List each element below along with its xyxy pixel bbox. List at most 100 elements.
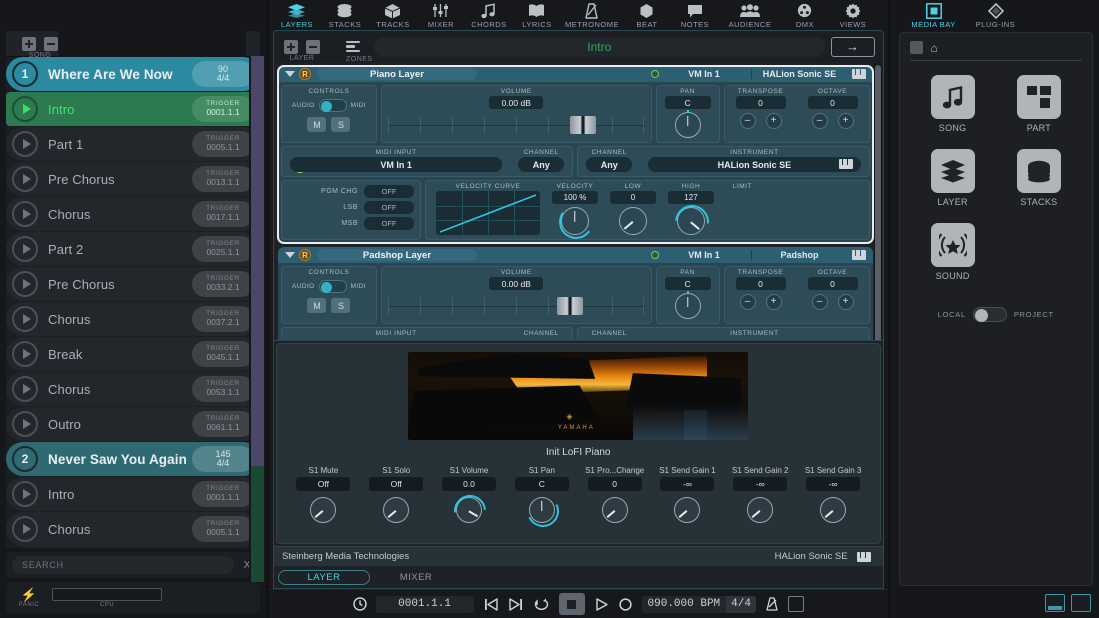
volume-slider-handle[interactable] [570, 116, 597, 134]
tab-layer[interactable]: LAYER [277, 569, 370, 585]
instrument-param-value[interactable]: 0 [587, 477, 642, 491]
instrument-value[interactable]: HALion Sonic SE [648, 157, 861, 172]
nav-tab-beat[interactable]: BEAT [623, 0, 671, 29]
part-play-button[interactable] [12, 201, 38, 227]
panic-button[interactable]: ⚡ PANIC [12, 588, 46, 608]
click-enable-checkbox[interactable] [787, 596, 804, 612]
part-row[interactable]: Pre Chorus TRIGGER 0013.1.1 [6, 162, 260, 196]
transpose-minus-button[interactable]: – [739, 294, 756, 310]
nav-tab-tracks[interactable]: TRACKS [369, 0, 417, 29]
media-bay-tile-song[interactable]: SONG [910, 75, 996, 133]
transport-position[interactable]: 0001.1.1 [375, 595, 474, 613]
audio-midi-toggle[interactable]: AUDIO MIDI [282, 99, 376, 112]
low-value[interactable]: 0 [609, 191, 656, 204]
current-part-field[interactable]: Intro [373, 36, 825, 57]
part-row[interactable]: Part 1TRIGGER0013.1.1 [6, 547, 260, 548]
media-bay-tile-stacks[interactable]: STACKS [996, 149, 1082, 207]
part-row[interactable]: Part 1 TRIGGER 0005.1.1 [6, 127, 260, 161]
collapse-icon[interactable] [284, 252, 295, 258]
layer-midi-input[interactable]: VM In 1 [664, 69, 752, 79]
layer-name[interactable]: Padshop Layer [316, 249, 477, 261]
solo-button[interactable]: S [331, 117, 351, 132]
instrument-param-knob[interactable] [820, 497, 847, 523]
velocity-curve-display[interactable] [435, 191, 540, 235]
instrument-param-knob[interactable] [601, 497, 628, 523]
solo-button[interactable]: S [331, 298, 351, 313]
output-channel-value[interactable]: Any [586, 157, 633, 172]
part-row[interactable]: Intro TRIGGER 0001.1.1 [6, 477, 260, 511]
instrument-param-value[interactable]: Off [369, 477, 424, 491]
layer-instrument[interactable]: Padshop [752, 250, 848, 260]
part-play-button[interactable] [12, 166, 38, 192]
part-row[interactable]: Chorus TRIGGER 0005.1.1 [6, 512, 260, 546]
goto-next-button[interactable]: → [830, 36, 875, 57]
tab-mixer[interactable]: MIXER [370, 570, 462, 585]
octave-plus-button[interactable]: + [837, 113, 854, 129]
transpose-value[interactable]: 0 [735, 277, 786, 290]
layer-midi-input[interactable]: VM In 1 [664, 250, 752, 260]
nav-tab-metronome[interactable]: METRONOME [561, 0, 623, 29]
input-channel-value[interactable]: Any [518, 157, 565, 172]
time-signature-value[interactable]: 4/4 [726, 595, 756, 613]
nav-tab-lyrics[interactable]: LYRICS [513, 0, 561, 29]
octave-plus-button[interactable]: + [837, 294, 854, 310]
setlist-scrollbar[interactable] [249, 56, 266, 582]
octave-value[interactable]: 0 [807, 96, 858, 109]
instrument-param-knob[interactable] [522, 490, 564, 532]
volume-value[interactable]: 0.00 dB [489, 277, 544, 290]
local-project-toggle[interactable] [972, 306, 1007, 322]
velocity-value[interactable]: 100 % [551, 191, 598, 204]
octave-minus-button[interactable]: – [811, 113, 828, 129]
part-play-button[interactable] [12, 341, 38, 367]
tempo-value[interactable]: 090.000 BPM [641, 595, 727, 613]
octave-minus-button[interactable]: – [811, 294, 828, 310]
part-play-button[interactable] [12, 131, 38, 157]
transpose-plus-button[interactable]: + [765, 113, 782, 129]
collapse-icon[interactable] [284, 71, 295, 77]
mute-button[interactable]: M [307, 117, 327, 132]
tempo-group[interactable]: 090.000 BPM 4/4 [641, 595, 756, 613]
plugin-name-group[interactable]: HALion Sonic SE [775, 551, 875, 562]
part-play-button[interactable] [12, 96, 38, 122]
part-row[interactable]: Chorus TRIGGER 0017.1.1 [6, 197, 260, 231]
search-input[interactable]: SEARCH [12, 556, 234, 574]
add-layer-button[interactable] [283, 39, 298, 54]
instrument-param-value[interactable]: -∞ [806, 477, 861, 491]
cycle-icon[interactable] [533, 597, 550, 612]
layer-header[interactable]: R Padshop Layer VM In 1 Padshop [277, 247, 873, 263]
lsb-value[interactable]: OFF [363, 201, 414, 214]
octave-value[interactable]: 0 [807, 277, 858, 290]
instrument-param-knob[interactable] [383, 497, 410, 523]
rewind-to-start-icon[interactable] [483, 597, 499, 612]
keyboard-icon[interactable] [851, 250, 866, 260]
midi-input-value[interactable]: VM In 1 [289, 157, 503, 172]
setlist-scrollbar-thumb[interactable] [251, 56, 264, 467]
stop-button[interactable] [558, 593, 585, 615]
mute-button[interactable]: M [307, 298, 327, 313]
part-play-button[interactable] [12, 376, 38, 402]
instrument-param-knob[interactable] [747, 497, 774, 523]
remove-song-button[interactable] [44, 36, 58, 51]
layer-instrument[interactable]: HALion Sonic SE [752, 69, 848, 79]
layer-header[interactable]: R Piano Layer VM In 1 HALion Sonic SE [277, 66, 873, 82]
media-bay-tile-layer[interactable]: LAYER [910, 149, 996, 207]
instrument-param-knob[interactable] [447, 488, 493, 534]
high-value[interactable]: 127 [667, 191, 714, 204]
instrument-param-knob[interactable] [310, 497, 337, 523]
volume-value[interactable]: 0.00 dB [489, 96, 544, 109]
part-row[interactable]: Chorus TRIGGER 0037.2.1 [6, 302, 260, 336]
layer-record-button[interactable]: R [298, 249, 311, 261]
right-tab-media-bay[interactable]: MEDIA BAY [903, 0, 965, 29]
home-icon[interactable]: ⌂ [931, 42, 938, 54]
instrument-param-knob[interactable] [674, 497, 701, 523]
add-song-button[interactable] [22, 36, 36, 51]
nav-tab-mixer[interactable]: MIXER [417, 0, 465, 29]
msb-value[interactable]: OFF [363, 217, 414, 230]
keyboard-icon[interactable] [851, 69, 866, 79]
nav-tab-audience[interactable]: AUDIENCE [719, 0, 781, 29]
media-bay-tile-sound[interactable]: SOUND [910, 223, 996, 281]
pan-value[interactable]: C [664, 277, 711, 290]
volume-slider[interactable] [387, 112, 645, 138]
instrument-param-value[interactable]: Off [296, 477, 351, 491]
part-row[interactable]: Outro TRIGGER 0061.1.1 [6, 407, 260, 441]
